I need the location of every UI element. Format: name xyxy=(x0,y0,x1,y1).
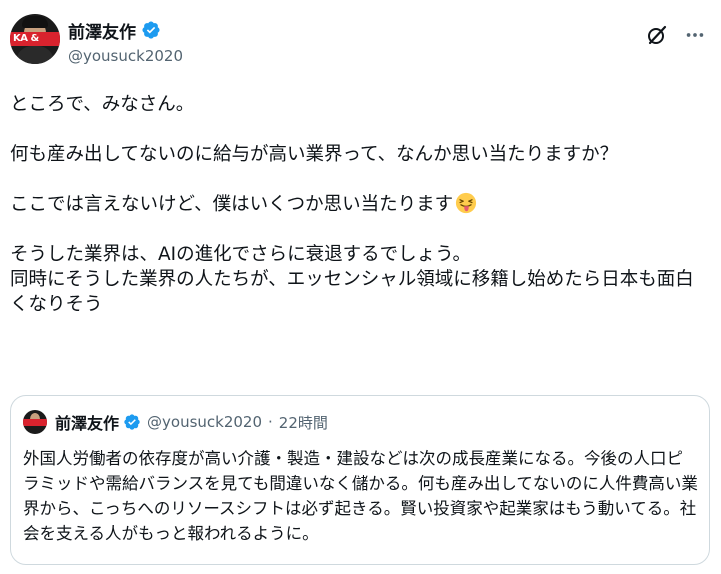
quoted-handle: @yousuck2020 xyxy=(147,413,263,431)
tweet-line: ここでは言えないけど、僕はいくつか思い当たります xyxy=(10,194,454,215)
author-name[interactable]: 前澤友作 xyxy=(68,18,136,43)
tweet-header: KA & 前澤友作 @yousuck2020 xyxy=(10,14,710,74)
grok-icon xyxy=(648,25,667,45)
tweet-line: そうした業界は、AIの進化でさらに衰退するでしょう。 同時にそうした業界の人たち… xyxy=(10,244,694,315)
verified-badge-icon xyxy=(124,414,140,430)
avatar[interactable]: KA & xyxy=(10,14,60,64)
quoted-tweet[interactable]: 前澤友作 @yousuck2020 · 22時間 外国人労働者の依存度が高い介護… xyxy=(10,395,710,565)
quoted-tweet-header: 前澤友作 @yousuck2020 · 22時間 xyxy=(23,410,328,434)
squinting-tongue-emoji-icon xyxy=(455,192,477,214)
meta-separator: · xyxy=(268,413,273,431)
author-handle[interactable]: @yousuck2020 xyxy=(68,47,183,65)
avatar-badge-text: KA & xyxy=(13,33,39,44)
grok-button[interactable] xyxy=(642,20,672,50)
quoted-timestamp[interactable]: 22時間 xyxy=(279,412,328,433)
quoted-author-name: 前澤友作 xyxy=(55,414,120,433)
avatar-badge: KA & xyxy=(10,32,60,46)
more-button[interactable] xyxy=(680,20,710,50)
verified-badge-icon xyxy=(142,21,160,39)
quoted-tweet-text: 外国人労働者の依存度が高い介護・製造・建設などは次の成長産業になる。今後の人口ピ… xyxy=(23,449,698,543)
tweet-line: ところで、みなさん。 xyxy=(10,94,195,115)
more-icon xyxy=(686,33,704,37)
quoted-avatar xyxy=(23,410,47,434)
tweet-line: 何も産み出してないのに給与が高い業界って、なんか思い当たりますか？ xyxy=(10,144,619,165)
tweet-line-with-emoji: ここでは言えないけど、僕はいくつか思い当たります xyxy=(10,192,710,217)
tweet-text: ところで、みなさん。 何も産み出してないのに給与が高い業界って、なんか思い当たり… xyxy=(10,92,710,317)
author-name-row: 前澤友作 xyxy=(68,18,161,43)
